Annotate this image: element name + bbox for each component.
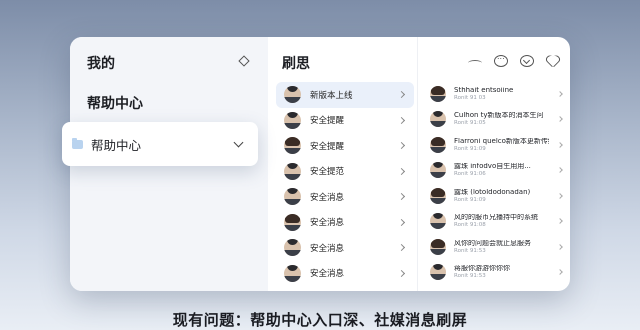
message-item[interactable]: Culhon ty新版本的消本生问 Ronit 91:05 — [430, 107, 566, 133]
message-item[interactable]: 露珠 infodvo自生用用... Ronit 91:06 — [430, 158, 566, 184]
download-circle-icon[interactable] — [520, 55, 534, 67]
message-item[interactable]: Sthhait entsoiine Ronit 91 03 — [430, 81, 566, 107]
help-center-label: 帮助中心 — [91, 137, 142, 153]
message-title: 蒋服你游游你你你 — [454, 265, 510, 273]
avatar — [430, 213, 446, 230]
message-item[interactable]: 蒋服你游游你你你 Ronit 91:53 — [430, 260, 566, 286]
message-time: Ronit 91:53 — [454, 247, 486, 254]
category-label: 安全提醒 — [310, 116, 345, 127]
avatar — [430, 238, 446, 255]
message-text: 露珠 infodvo自生用用... Ronit 91:06 — [454, 163, 558, 177]
avatar — [430, 187, 446, 204]
message-text: 蒋服你游游你你你 Ronit 91:53 — [454, 265, 558, 279]
message-title: 露珠 (lotoldodonadan) — [454, 188, 531, 196]
avatar — [284, 239, 301, 257]
avatar — [284, 264, 301, 282]
message-title: 风的的服币兄播持中的系统 — [454, 214, 538, 222]
help-center-dropdown[interactable]: 帮助中心 — [62, 122, 258, 166]
chevron-right-icon — [397, 269, 406, 277]
chevron-down-icon[interactable] — [233, 137, 244, 147]
chevron-right-icon — [397, 91, 406, 99]
chat-bubble-icon[interactable] — [494, 52, 508, 67]
message-text: Flarroni quelco新版本更新传统 Ronit 91:09 — [454, 138, 558, 152]
message-list: Sthhait entsoiine Ronit 91 03 Culhon ty新版本… — [430, 81, 566, 285]
message-time: Ronit 91:09 — [454, 145, 486, 152]
chevron-right-icon — [397, 167, 406, 175]
folder-icon — [72, 137, 83, 149]
message-item[interactable]: 露珠 (lotoldodonadan) Ronit 91:09 — [430, 183, 566, 209]
left-pane-title: 我的 — [87, 56, 115, 72]
message-time: Ronit 91:08 — [454, 222, 486, 229]
category-list: 新版本上线 安全提醒 安全提醒 安全提范 安全消息 安全消息 安全消息 安全消息 — [276, 82, 414, 286]
avatar — [430, 111, 446, 128]
message-time: Ronit 91:09 — [454, 196, 486, 203]
chevron-right-icon — [557, 269, 563, 276]
message-time: Ronit 91:05 — [454, 120, 486, 127]
category-item[interactable]: 安全提醒 — [276, 133, 414, 159]
avatar — [430, 162, 446, 179]
message-list-pane: Sthhait entsoiineRonit 91 03 Culhon ty新版本… — [418, 37, 570, 291]
category-label: 安全消息 — [310, 269, 345, 280]
category-label: 新版本上线 — [310, 90, 353, 101]
avatar — [284, 86, 301, 104]
message-time: Ronit 91:06 — [454, 171, 486, 178]
diamond-icon[interactable] — [238, 55, 250, 67]
category-label: 安全消息 — [310, 243, 345, 254]
category-item[interactable]: 安全消息 — [276, 261, 414, 287]
avatar — [284, 213, 301, 231]
category-label: 安全提范 — [310, 167, 345, 178]
message-item[interactable]: Flarroni quelco新版本更新传统 Ronit 91:09 — [430, 132, 566, 158]
message-time: Ronit 91 03 — [454, 94, 486, 101]
avatar — [284, 162, 301, 180]
message-title: 露珠 infodvo自生用用... — [454, 163, 531, 171]
message-title: Flarroni quelco新版本更新传统 — [454, 137, 549, 145]
help-center-heading: 帮助中心 — [87, 96, 143, 112]
chevron-right-icon — [557, 116, 563, 123]
message-category-pane: 刷思 新版本上线 安全提醒 安全提醒 安全提范 安全消息 安全消息 安全消息 安全消息 — [268, 37, 418, 291]
message-text: 露珠 (lotoldodonadan) Ronit 91:09 — [454, 189, 558, 203]
message-title: Sthhait entsoiine — [454, 86, 514, 94]
category-label: 安全提醒 — [310, 141, 345, 152]
chevron-right-icon — [557, 167, 563, 174]
message-time: Ronit 91:53 — [454, 273, 486, 280]
message-text: 风的的服币兄播持中的系统 Ronit 91:08 — [454, 214, 558, 228]
message-text: 风你的问题会就止息服务 Ronit 91:53 — [454, 240, 558, 254]
wave-icon[interactable] — [468, 60, 482, 66]
avatar — [284, 111, 301, 129]
chevron-right-icon — [397, 218, 406, 226]
chevron-right-icon — [397, 116, 406, 124]
chevron-right-icon — [557, 192, 563, 199]
message-item[interactable]: 风你的问题会就止息服务 Ronit 91:53 — [430, 234, 566, 260]
avatar — [284, 137, 301, 155]
category-item[interactable]: 安全消息 — [276, 235, 414, 261]
toolbar-icons — [468, 52, 560, 67]
avatar — [430, 136, 446, 153]
category-item[interactable]: 安全消息 — [276, 210, 414, 236]
chevron-right-icon — [557, 218, 563, 225]
category-item[interactable]: 安全提醒 — [276, 108, 414, 134]
chevron-right-icon — [557, 141, 563, 148]
category-item[interactable]: 新版本上线 — [276, 82, 414, 108]
avatar — [284, 188, 301, 206]
caption: 现有问题：帮助中心入口深、社媒消息刷屏 — [172, 311, 468, 329]
heart-icon[interactable] — [546, 55, 560, 67]
chevron-right-icon — [397, 142, 406, 150]
chevron-right-icon — [397, 244, 406, 252]
chevron-right-icon — [397, 193, 406, 201]
category-label: 安全消息 — [310, 218, 345, 229]
category-item[interactable]: 安全消息 — [276, 184, 414, 210]
chevron-right-icon — [557, 243, 563, 250]
middle-pane-title: 刷思 — [282, 56, 310, 72]
category-label: 安全消息 — [310, 192, 345, 203]
message-title: Culhon ty新版本的消本生问 — [454, 112, 544, 120]
category-item[interactable]: 安全提范 — [276, 159, 414, 185]
message-title: 风你的问题会就止息服务 — [454, 239, 531, 247]
avatar — [430, 264, 446, 281]
avatar — [430, 85, 446, 102]
message-text: Culhon ty新版本的消本生问 Ronit 91:05 — [454, 112, 558, 126]
message-text: Sthhait entsoiine Ronit 91 03 — [454, 87, 558, 101]
chevron-right-icon — [557, 90, 563, 97]
message-item[interactable]: 风的的服币兄播持中的系统 Ronit 91:08 — [430, 209, 566, 235]
